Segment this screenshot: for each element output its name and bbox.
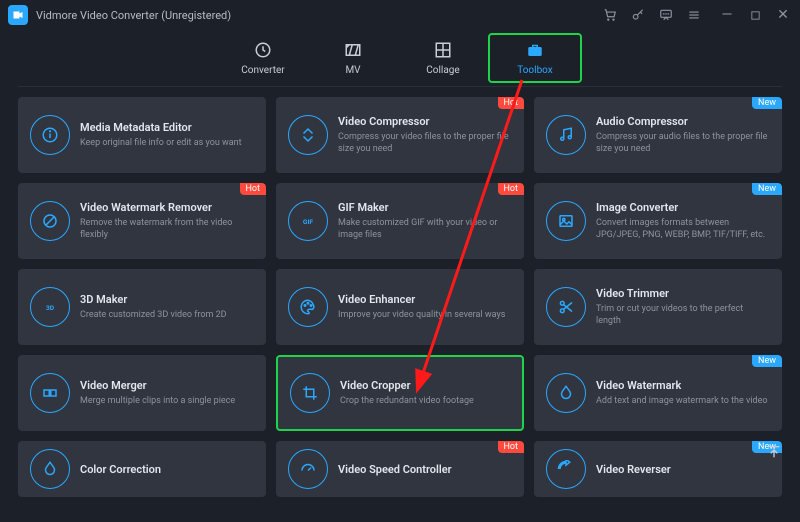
tool-title: Video Speed Controller bbox=[338, 463, 452, 476]
gif-icon: GIF bbox=[288, 201, 328, 241]
tool-title: Video Watermark bbox=[596, 379, 768, 392]
window-controls: — ✕ bbox=[718, 6, 792, 24]
maximize-button[interactable] bbox=[746, 6, 764, 24]
tool-desc: Make customized GIF with your video or i… bbox=[338, 217, 512, 241]
tool-color-correction[interactable]: Color Correction bbox=[18, 441, 266, 497]
scissors-icon bbox=[546, 287, 586, 327]
tool-desc: Trim or cut your videos to the perfect l… bbox=[596, 303, 770, 327]
tool-video-watermark-remover[interactable]: Hot Video Watermark Remover Remove the w… bbox=[18, 183, 266, 259]
scroll-to-top-button[interactable] bbox=[764, 442, 784, 462]
hot-badge: Hot bbox=[498, 183, 525, 195]
tool-video-reverser[interactable]: New Video Reverser bbox=[534, 441, 782, 497]
main-tabs: Converter MV Collage Toolbox bbox=[0, 30, 800, 86]
tool-image-converter[interactable]: New Image Converter Convert images forma… bbox=[534, 183, 782, 259]
tool-desc: Compress your audio files to the proper … bbox=[596, 131, 770, 155]
feedback-icon[interactable] bbox=[658, 7, 674, 23]
tool-3d-maker[interactable]: 3D 3D Maker Create customized 3D video f… bbox=[18, 269, 266, 345]
app-logo-icon bbox=[8, 5, 28, 25]
tool-media-metadata-editor[interactable]: Media Metadata Editor Keep original file… bbox=[18, 97, 266, 173]
tool-title: 3D Maker bbox=[80, 293, 227, 306]
tab-toolbox[interactable]: Toolbox bbox=[488, 33, 582, 83]
tool-title: Video Watermark Remover bbox=[80, 201, 254, 214]
tool-video-trimmer[interactable]: Video Trimmer Trim or cut your videos to… bbox=[534, 269, 782, 345]
new-badge: New bbox=[752, 355, 782, 367]
hot-badge: Hot bbox=[240, 183, 267, 195]
tab-label: MV bbox=[345, 65, 360, 76]
info-icon bbox=[30, 115, 70, 155]
tool-title: Media Metadata Editor bbox=[80, 121, 242, 134]
tab-converter[interactable]: Converter bbox=[218, 35, 308, 81]
tool-desc: Create customized 3D video from 2D bbox=[80, 309, 227, 321]
menu-icon[interactable] bbox=[686, 7, 702, 23]
toolbox-grid: Media Metadata Editor Keep original file… bbox=[0, 87, 800, 431]
compress-icon bbox=[288, 115, 328, 155]
tab-mv[interactable]: MV bbox=[308, 35, 398, 81]
tool-desc: Crop the redundant video footage bbox=[340, 395, 474, 407]
new-badge: New bbox=[752, 183, 782, 195]
image-icon bbox=[546, 201, 586, 241]
converter-icon bbox=[254, 41, 272, 62]
tool-title: Image Converter bbox=[596, 201, 770, 214]
svg-text:3D: 3D bbox=[46, 304, 55, 312]
palette-icon bbox=[288, 287, 328, 327]
tool-title: Color Correction bbox=[80, 463, 161, 476]
close-button[interactable]: ✕ bbox=[774, 6, 792, 24]
collage-icon bbox=[434, 41, 452, 62]
tool-desc: Merge multiple clips into a single piece bbox=[80, 395, 235, 407]
tool-audio-compressor[interactable]: New Audio Compressor Compress your audio… bbox=[534, 97, 782, 173]
hot-badge: Hot bbox=[498, 97, 525, 109]
cart-icon[interactable] bbox=[602, 7, 618, 23]
titlebar-actions bbox=[602, 7, 702, 23]
tool-title: Video Merger bbox=[80, 379, 235, 392]
tool-video-speed-controller[interactable]: Hot Video Speed Controller bbox=[276, 441, 524, 497]
tool-gif-maker[interactable]: Hot GIF GIF Maker Make customized GIF wi… bbox=[276, 183, 524, 259]
tool-title: Video Trimmer bbox=[596, 287, 770, 300]
tool-desc: Convert images formats between JPG/JPEG,… bbox=[596, 217, 770, 241]
tool-title: Audio Compressor bbox=[596, 115, 770, 128]
3d-icon: 3D bbox=[30, 287, 70, 327]
tab-collage[interactable]: Collage bbox=[398, 35, 488, 81]
tool-video-enhancer[interactable]: Video Enhancer Improve your video qualit… bbox=[276, 269, 524, 345]
tool-video-cropper[interactable]: Video Cropper Crop the redundant video f… bbox=[276, 355, 524, 431]
tool-desc: Keep original file info or edit as you w… bbox=[80, 137, 242, 149]
hot-badge: Hot bbox=[498, 441, 525, 453]
app-title: Vidmore Video Converter (Unregistered) bbox=[36, 9, 231, 22]
crop-icon bbox=[290, 373, 330, 413]
tool-title: Video Enhancer bbox=[338, 293, 505, 306]
tool-title: GIF Maker bbox=[338, 201, 512, 214]
speed-icon bbox=[288, 449, 328, 489]
tool-desc: Compress your video files to the proper … bbox=[338, 131, 512, 155]
tool-desc: Add text and image watermark to the vide… bbox=[596, 395, 768, 407]
tool-video-merger[interactable]: Video Merger Merge multiple clips into a… bbox=[18, 355, 266, 431]
toolbox-grid-overflow: Color Correction Hot Video Speed Control… bbox=[0, 441, 800, 497]
merge-icon bbox=[30, 373, 70, 413]
key-icon[interactable] bbox=[630, 7, 646, 23]
tab-label: Collage bbox=[426, 65, 459, 76]
tool-title: Video Reverser bbox=[596, 463, 671, 476]
audio-icon bbox=[546, 115, 586, 155]
eraser-icon bbox=[30, 201, 70, 241]
reverse-icon bbox=[546, 449, 586, 489]
tool-video-watermark[interactable]: New Video Watermark Add text and image w… bbox=[534, 355, 782, 431]
tool-video-compressor[interactable]: Hot Video Compressor Compress your video… bbox=[276, 97, 524, 173]
minimize-button[interactable]: — bbox=[718, 6, 736, 24]
tab-label: Converter bbox=[241, 65, 284, 76]
drop-icon bbox=[546, 373, 586, 413]
tab-label: Toolbox bbox=[517, 65, 553, 76]
titlebar: Vidmore Video Converter (Unregistered) —… bbox=[0, 0, 800, 30]
svg-text:GIF: GIF bbox=[303, 218, 314, 226]
tool-desc: Remove the watermark from the video flex… bbox=[80, 217, 254, 241]
droplet-icon bbox=[30, 449, 70, 489]
new-badge: New bbox=[752, 97, 782, 109]
tool-desc: Improve your video quality in several wa… bbox=[338, 309, 505, 321]
toolbox-icon bbox=[526, 41, 544, 62]
mv-icon bbox=[344, 41, 362, 62]
tool-title: Video Compressor bbox=[338, 115, 512, 128]
tool-title: Video Cropper bbox=[340, 379, 474, 392]
